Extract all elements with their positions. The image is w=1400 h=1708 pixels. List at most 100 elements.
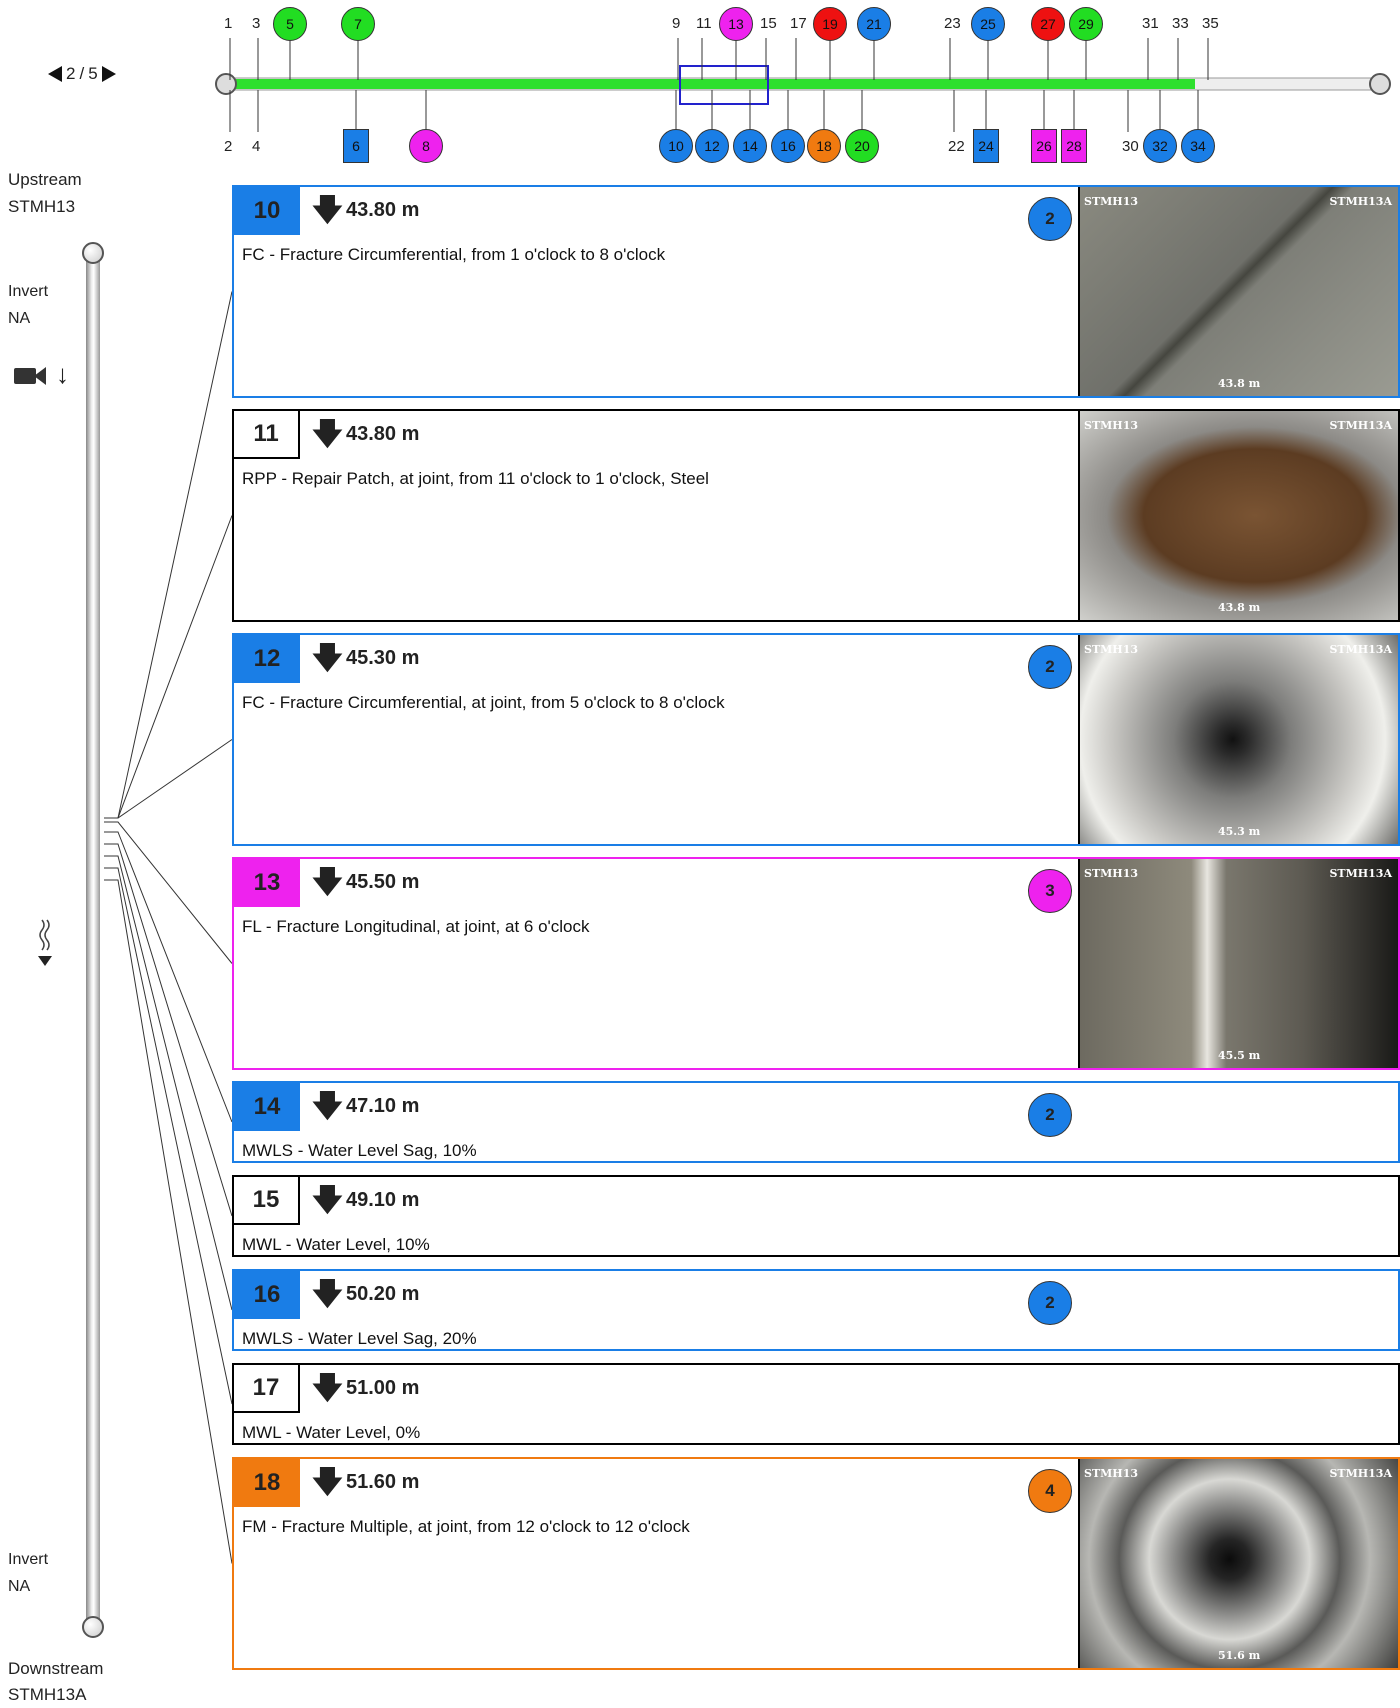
timeline-marker-16[interactable]: 16	[771, 129, 805, 163]
timeline-top-number: 11	[696, 15, 712, 32]
timeline-marker-10[interactable]: 10	[659, 129, 693, 163]
timeline-top-number: 3	[252, 15, 261, 32]
timeline-marker-18[interactable]: 18	[807, 129, 841, 163]
timeline-bottom-number: 4	[252, 138, 261, 155]
observation-description: FL - Fracture Longitudinal, at joint, at…	[242, 917, 590, 936]
severity-grade-badge: 2	[1028, 197, 1072, 241]
observation-number: 13	[234, 859, 300, 907]
timeline-marker-13[interactable]: 13	[719, 7, 753, 41]
observation-distance: 43.80 m	[346, 199, 420, 221]
observation-description: MWL - Water Level, 0%	[242, 1423, 421, 1442]
observation-description: FC - Fracture Circumferential, from 1 o'…	[242, 245, 666, 264]
observation-distance: 45.50 m	[346, 871, 420, 893]
observation-card[interactable]: 11 🡇 43.80 m RPP - Repair Patch, at join…	[232, 409, 1400, 622]
observation-connectors	[104, 291, 233, 1564]
observation-connector-line	[104, 291, 233, 819]
timeline-marker-19[interactable]: 19	[813, 7, 847, 41]
observation-connector-line	[104, 739, 233, 819]
severity-grade-badge: 4	[1028, 1469, 1072, 1513]
timeline-marker-20[interactable]: 20	[845, 129, 879, 163]
timeline-progress-fill	[226, 79, 1195, 89]
observation-photo[interactable]: STMH13 STMH13A 51.6 m	[1078, 1459, 1398, 1668]
photo-distance-label: 43.8 m	[1218, 601, 1261, 614]
photo-downstream-label: STMH13A	[1329, 643, 1392, 656]
observation-card[interactable]: 18 🡇 51.60 m FM - Fracture Multiple, at …	[232, 1457, 1400, 1670]
direction-down-icon: 🡇	[312, 418, 343, 451]
severity-grade-badge: 2	[1028, 645, 1072, 689]
photo-upstream-label: STMH13	[1084, 195, 1139, 208]
observation-description: RPP - Repair Patch, at joint, from 11 o'…	[242, 469, 709, 488]
photo-distance-label: 43.8 m	[1218, 377, 1261, 390]
photo-upstream-label: STMH13	[1084, 1467, 1139, 1480]
observation-number: 16	[234, 1271, 300, 1319]
observation-connector-line	[104, 855, 233, 1311]
timeline-marker-21[interactable]: 21	[857, 7, 891, 41]
observation-connector-line	[104, 843, 233, 1217]
observation-connector-line	[104, 867, 233, 1405]
timeline-marker-25[interactable]: 25	[971, 7, 1005, 41]
photo-downstream-label: STMH13A	[1329, 195, 1392, 208]
observation-photo[interactable]: STMH13 STMH13A 45.5 m	[1078, 859, 1398, 1068]
timeline-top-number: 35	[1202, 15, 1219, 32]
observation-number: 18	[234, 1459, 300, 1507]
observation-card[interactable]: 17 🡇 51.00 m MWL - Water Level, 0%	[232, 1363, 1400, 1445]
observation-distance: 45.30 m	[346, 647, 420, 669]
observation-photo[interactable]: STMH13 STMH13A 43.8 m	[1078, 187, 1398, 396]
observation-description: MWLS - Water Level Sag, 10%	[242, 1141, 477, 1160]
direction-down-icon: 🡇	[312, 1372, 343, 1405]
observation-distance: 51.00 m	[346, 1377, 420, 1399]
direction-down-icon: 🡇	[312, 1090, 343, 1123]
timeline-marker-24[interactable]: 24	[973, 129, 999, 163]
observation-photo[interactable]: STMH13 STMH13A 43.8 m	[1078, 411, 1398, 620]
observation-connector-line	[104, 515, 233, 819]
timeline-bottom-number: 30	[1122, 138, 1139, 155]
direction-down-icon: 🡇	[312, 642, 343, 675]
photo-downstream-label: STMH13A	[1329, 867, 1392, 880]
observation-distance: 51.60 m	[346, 1471, 420, 1493]
observation-card[interactable]: 10 🡇 43.80 m FC - Fracture Circumferenti…	[232, 185, 1400, 398]
timeline-marker-27[interactable]: 27	[1031, 7, 1065, 41]
observation-description: MWL - Water Level, 10%	[242, 1235, 430, 1254]
direction-down-icon: 🡇	[312, 866, 343, 899]
photo-downstream-label: STMH13A	[1329, 1467, 1392, 1480]
observation-distance: 50.20 m	[346, 1283, 420, 1305]
direction-down-icon: 🡇	[312, 1278, 343, 1311]
observation-card[interactable]: 12 🡇 45.30 m FC - Fracture Circumferenti…	[232, 633, 1400, 846]
severity-grade-badge: 3	[1028, 869, 1072, 913]
observation-number: 10	[234, 187, 300, 235]
timeline-marker-29[interactable]: 29	[1069, 7, 1103, 41]
photo-distance-label: 51.6 m	[1218, 1649, 1261, 1662]
severity-grade-badge: 2	[1028, 1093, 1072, 1137]
timeline-top-number: 33	[1172, 15, 1189, 32]
observation-number: 15	[234, 1177, 300, 1225]
observation-card[interactable]: 14 🡇 47.10 m MWLS - Water Level Sag, 10%…	[232, 1081, 1400, 1163]
timeline-end-node	[1369, 73, 1391, 95]
observation-card[interactable]: 15 🡇 49.10 m MWL - Water Level, 10%	[232, 1175, 1400, 1257]
observation-description: MWLS - Water Level Sag, 20%	[242, 1329, 477, 1348]
photo-distance-label: 45.5 m	[1218, 1049, 1261, 1062]
observation-connector-line	[104, 879, 233, 1564]
observation-card[interactable]: 13 🡇 45.50 m FL - Fracture Longitudinal,…	[232, 857, 1400, 1070]
observation-distance: 43.80 m	[346, 423, 420, 445]
timeline-marker-32[interactable]: 32	[1143, 129, 1177, 163]
observation-distance: 49.10 m	[346, 1189, 420, 1211]
observation-description: FM - Fracture Multiple, at joint, from 1…	[242, 1517, 690, 1536]
timeline-top-number: 31	[1142, 15, 1159, 32]
timeline-marker-14[interactable]: 14	[733, 129, 767, 163]
timeline-marker-26[interactable]: 26	[1031, 129, 1057, 163]
observation-card[interactable]: 16 🡇 50.20 m MWLS - Water Level Sag, 20%…	[232, 1269, 1400, 1351]
observation-number: 12	[234, 635, 300, 683]
observation-photo[interactable]: STMH13 STMH13A 45.3 m	[1078, 635, 1398, 844]
timeline-marker-6[interactable]: 6	[343, 129, 369, 163]
timeline-marker-28[interactable]: 28	[1061, 129, 1087, 163]
severity-grade-badge: 2	[1028, 1281, 1072, 1325]
timeline-marker-7[interactable]: 7	[341, 7, 375, 41]
timeline-top-number: 23	[944, 15, 961, 32]
photo-distance-label: 45.3 m	[1218, 825, 1261, 838]
timeline-marker-12[interactable]: 12	[695, 129, 729, 163]
observation-number: 17	[234, 1365, 300, 1413]
timeline-marker-34[interactable]: 34	[1181, 129, 1215, 163]
direction-down-icon: 🡇	[312, 1466, 343, 1499]
timeline-marker-5[interactable]: 5	[273, 7, 307, 41]
timeline-marker-8[interactable]: 8	[409, 129, 443, 163]
